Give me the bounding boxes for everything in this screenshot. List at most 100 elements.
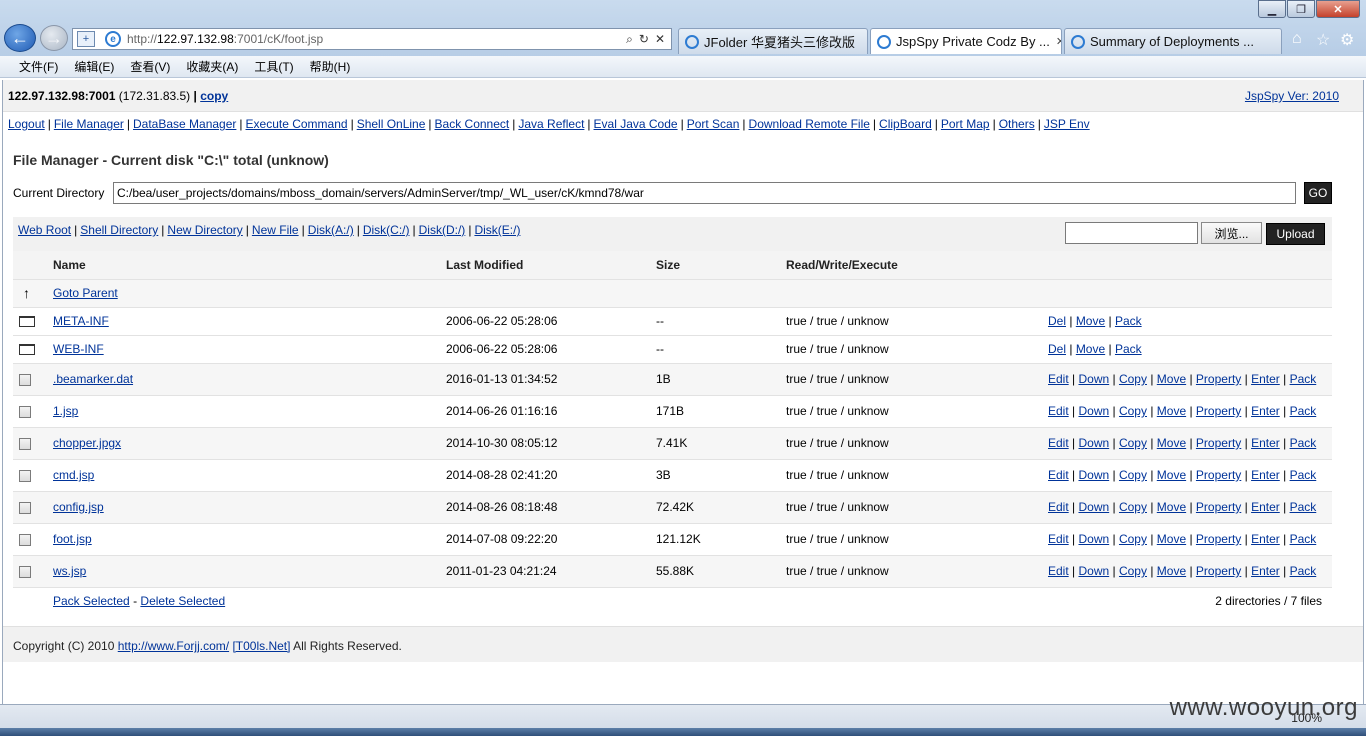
copy-link[interactable]: copy (200, 89, 228, 103)
file-checkbox[interactable] (19, 501, 31, 514)
menu-file[interactable]: 文件(F) (19, 58, 58, 75)
menu-favorites[interactable]: 收藏夹(A) (186, 58, 238, 75)
edit-link[interactable]: Edit (1048, 500, 1069, 514)
nav-logout[interactable]: Logout (8, 117, 45, 131)
property-link[interactable]: Property (1196, 564, 1241, 578)
move-link[interactable]: Move (1157, 436, 1186, 450)
nav-eval-java-code[interactable]: Eval Java Code (594, 117, 678, 131)
go-button[interactable]: GO (1304, 182, 1332, 204)
down-link[interactable]: Down (1078, 372, 1109, 386)
nav-execute-command[interactable]: Execute Command (246, 117, 348, 131)
copy-file-link[interactable]: Copy (1119, 468, 1147, 482)
pack-link[interactable]: Pack (1290, 436, 1317, 450)
enter-link[interactable]: Enter (1251, 372, 1280, 386)
file-name-link[interactable]: ws.jsp (53, 564, 86, 578)
stop-icon[interactable]: ✕ (655, 32, 665, 47)
back-button[interactable]: ← (4, 24, 36, 52)
nav-file-manager[interactable]: File Manager (54, 117, 124, 131)
browse-button[interactable]: 浏览... (1201, 222, 1262, 244)
move-link[interactable]: Move (1157, 500, 1186, 514)
down-link[interactable]: Down (1078, 436, 1109, 450)
down-link[interactable]: Down (1078, 500, 1109, 514)
nav-download-remote-file[interactable]: Download Remote File (749, 117, 870, 131)
t00ls-link[interactable]: [T00ls.Net] (232, 639, 290, 653)
copy-file-link[interactable]: Copy (1119, 404, 1147, 418)
file-name-link[interactable]: 1.jsp (53, 404, 78, 418)
del-link[interactable]: Del (1048, 342, 1066, 356)
shortcut-new-directory[interactable]: New Directory (167, 223, 242, 237)
menu-view[interactable]: 查看(V) (130, 58, 170, 75)
copy-file-link[interactable]: Copy (1119, 564, 1147, 578)
tab-summary[interactable]: Summary of Deployments ... (1064, 28, 1282, 54)
move-link[interactable]: Move (1157, 532, 1186, 546)
upload-file-input[interactable] (1065, 222, 1198, 244)
address-bar[interactable]: + e http://122.97.132.98:7001/cK/foot.js… (72, 28, 672, 50)
home-icon[interactable]: ⌂ (1292, 30, 1302, 48)
shortcut-web-root[interactable]: Web Root (18, 223, 71, 237)
tab-jspspy[interactable]: JspSpy Private Codz By ... ✕ (870, 28, 1062, 54)
move-link[interactable]: Move (1157, 404, 1186, 418)
down-link[interactable]: Down (1078, 468, 1109, 482)
pack-link[interactable]: Pack (1290, 372, 1317, 386)
goto-parent-link[interactable]: Goto Parent (53, 286, 118, 300)
property-link[interactable]: Property (1196, 500, 1241, 514)
del-link[interactable]: Del (1048, 314, 1066, 328)
enter-link[interactable]: Enter (1251, 404, 1280, 418)
property-link[interactable]: Property (1196, 372, 1241, 386)
move-link[interactable]: Move (1076, 314, 1105, 328)
move-link[interactable]: Move (1076, 342, 1105, 356)
tab-close-icon[interactable]: ✕ (1056, 35, 1061, 48)
file-name-link[interactable]: cmd.jsp (53, 468, 94, 482)
shortcut-disk-e[interactable]: Disk(E:/) (474, 223, 520, 237)
pack-link[interactable]: Pack (1115, 342, 1142, 356)
pack-link[interactable]: Pack (1115, 314, 1142, 328)
forward-button[interactable]: → (40, 25, 68, 51)
nav-back-connect[interactable]: Back Connect (435, 117, 510, 131)
file-name-link[interactable]: foot.jsp (53, 532, 92, 546)
down-link[interactable]: Down (1078, 404, 1109, 418)
down-link[interactable]: Down (1078, 532, 1109, 546)
file-checkbox[interactable] (19, 469, 31, 482)
forjj-link[interactable]: http://www.Forjj.com/ (118, 639, 229, 653)
tab-jfolder[interactable]: JFolder 华夏猪头三修改版 (678, 28, 868, 54)
pack-link[interactable]: Pack (1290, 532, 1317, 546)
enter-link[interactable]: Enter (1251, 436, 1280, 450)
delete-selected-link[interactable]: Delete Selected (140, 594, 225, 608)
file-checkbox[interactable] (19, 437, 31, 450)
menu-edit[interactable]: 编辑(E) (74, 58, 114, 75)
copy-file-link[interactable]: Copy (1119, 372, 1147, 386)
close-button[interactable]: ✕ (1316, 0, 1360, 18)
pack-link[interactable]: Pack (1290, 500, 1317, 514)
enter-link[interactable]: Enter (1251, 532, 1280, 546)
move-link[interactable]: Move (1157, 468, 1186, 482)
shortcut-disk-d[interactable]: Disk(D:/) (419, 223, 466, 237)
refresh-icon[interactable]: ↻ (639, 32, 649, 47)
shortcut-new-file[interactable]: New File (252, 223, 299, 237)
minimize-button[interactable]: ▁ (1258, 0, 1286, 18)
edit-link[interactable]: Edit (1048, 532, 1069, 546)
copy-file-link[interactable]: Copy (1119, 500, 1147, 514)
nav-shell-online[interactable]: Shell OnLine (357, 117, 426, 131)
favorites-star-icon[interactable]: ☆ (1316, 30, 1330, 50)
file-checkbox[interactable] (19, 373, 31, 386)
maximize-button[interactable]: ❐ (1287, 0, 1315, 18)
nav-clipboard[interactable]: ClipBoard (879, 117, 932, 131)
property-link[interactable]: Property (1196, 404, 1241, 418)
compat-icon[interactable]: + (77, 31, 95, 47)
address-url[interactable]: http://122.97.132.98:7001/cK/foot.jsp (127, 32, 323, 46)
file-checkbox[interactable] (19, 533, 31, 546)
pack-selected-link[interactable]: Pack Selected (53, 594, 130, 608)
nav-others[interactable]: Others (999, 117, 1035, 131)
property-link[interactable]: Property (1196, 532, 1241, 546)
edit-link[interactable]: Edit (1048, 564, 1069, 578)
copy-file-link[interactable]: Copy (1119, 532, 1147, 546)
down-link[interactable]: Down (1078, 564, 1109, 578)
dir-name-link[interactable]: WEB-INF (53, 342, 104, 356)
property-link[interactable]: Property (1196, 468, 1241, 482)
nav-jsp-env[interactable]: JSP Env (1044, 117, 1090, 131)
file-name-link[interactable]: config.jsp (53, 500, 104, 514)
enter-link[interactable]: Enter (1251, 564, 1280, 578)
nav-java-reflect[interactable]: Java Reflect (518, 117, 584, 131)
dir-name-link[interactable]: META-INF (53, 314, 109, 328)
shortcut-shell-directory[interactable]: Shell Directory (80, 223, 158, 237)
